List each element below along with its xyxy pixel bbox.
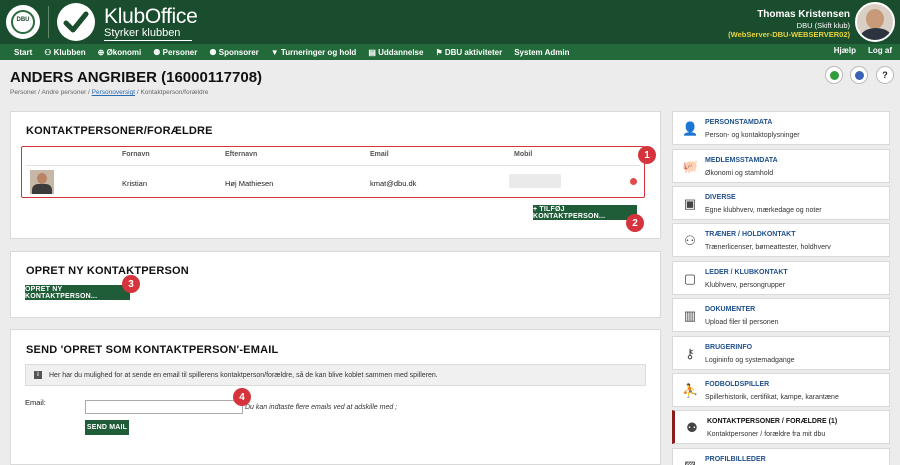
sidebar-item-leder[interactable]: ▢ LEDER / KLUBKONTAKT Klubhverv, persong… xyxy=(672,261,890,295)
coach-icon: ⚇ xyxy=(684,233,696,248)
email-panel: SEND 'OPRET SOM KONTAKTPERSON'-EMAIL xyxy=(10,329,661,465)
nav-start[interactable]: Start xyxy=(14,48,32,57)
info-box: i Her har du mulighed for at sende en em… xyxy=(25,364,646,386)
sidebar-item-desc: Trænerlicenser, børneattester, holdhverv xyxy=(705,244,831,251)
breadcrumb-personoversigt[interactable]: Personoversigt xyxy=(92,89,135,96)
sidebar-item-diverse[interactable]: ▣ DIVERSE Egne klubhverv, mærkedage og n… xyxy=(672,186,890,220)
photo-icon: ▨ xyxy=(682,458,698,465)
switch-club-link[interactable]: DBU (Skift klub) xyxy=(728,21,850,30)
add-contact-button[interactable]: + TILFØJ KONTAKTPERSON... xyxy=(533,205,637,220)
key-icon: ⚷ xyxy=(685,346,695,361)
annotation-1: 1 xyxy=(638,146,656,164)
player-icon: ⛹ xyxy=(682,383,699,398)
kluboffice-logo-icon xyxy=(57,3,95,41)
email-hint: Du kan indtaste flere emails ved at adsk… xyxy=(245,404,398,411)
sidebar-item-fodboldspiller[interactable]: ⛹ FODBOLDSPILLER Spillerhistorik, certif… xyxy=(672,373,890,407)
sidebar-item-title: PERSONSTAMDATA xyxy=(705,119,773,126)
user-info: Thomas Kristensen DBU (Skift klub) (WebS… xyxy=(728,9,850,39)
top-header: DBU KlubOffice Styrker klubben Thomas Kr… xyxy=(0,0,900,44)
brand-slogan: Styrker klubben xyxy=(104,27,181,39)
create-contact-button[interactable]: OPRET NY KONTAKTPERSON... xyxy=(25,285,130,300)
annotation-4: 4 xyxy=(233,388,251,406)
nav-klubben[interactable]: ⚇ Klubben xyxy=(44,48,85,57)
sidebar-item-title: PROFILBILLEDER xyxy=(705,456,766,463)
sidebar-item-title: BRUGERINFO xyxy=(705,344,753,351)
parent-child-icon: ⚉ xyxy=(686,420,698,435)
sidebar-item-title: FODBOLDSPILLER xyxy=(705,381,770,388)
user-name: Thomas Kristensen xyxy=(757,9,850,20)
badge-icon: ▢ xyxy=(683,271,697,286)
help-link[interactable]: Hjælp xyxy=(834,46,856,55)
create-panel-title: OPRET NY KONTAKTPERSON xyxy=(26,265,189,277)
info-icon-small: i xyxy=(34,371,42,379)
sidebar-item-desc: Kontaktpersoner / forældre fra mit dbu xyxy=(707,431,826,438)
breadcrumb-andre-personer[interactable]: Andre personer xyxy=(41,89,86,96)
sidebar-item-personstamdata[interactable]: 👤 PERSONSTAMDATA Person- og kontaktoplys… xyxy=(672,111,890,145)
nav-turneringer[interactable]: ▼ Turneringer og hold xyxy=(271,48,357,57)
sidebar-item-title: KONTAKTPERSONER / FORÆLDRE (1) xyxy=(707,418,838,425)
sidebar-item-title: MEDLEMSSTAMDATA xyxy=(705,157,778,164)
sidebar-item-brugerinfo[interactable]: ⚷ BRUGERINFO Logininfo og systemadgange xyxy=(672,336,890,370)
breadcrumb-personer[interactable]: Personer xyxy=(10,89,36,96)
sidebar-item-desc: Logininfo og systemadgange xyxy=(705,357,795,364)
annotation-highlight-box xyxy=(21,146,645,198)
sidebar-item-profilbilleder[interactable]: ▨ PROFILBILLEDER xyxy=(672,448,890,465)
nav-sponsorer[interactable]: ⚉ Sponsorer xyxy=(209,48,258,57)
person-icon: 👤 xyxy=(682,121,699,136)
help-icon[interactable]: ? xyxy=(876,66,894,84)
sidebar-item-title: DIVERSE xyxy=(705,194,736,201)
info-icon[interactable] xyxy=(850,66,868,84)
email-field[interactable] xyxy=(85,400,243,414)
nav-system-admin[interactable]: System Admin xyxy=(514,48,569,57)
sidebar-item-desc: Egne klubhverv, mærkedage og noter xyxy=(705,207,822,214)
piggy-bank-icon: 🐖 xyxy=(682,159,699,174)
sidebar-item-desc: Økonomi og stamhold xyxy=(705,170,774,177)
breadcrumb: Personer / Andre personer / Personoversi… xyxy=(10,89,209,96)
sidebar-item-title: TRÆNER / HOLDKONTAKT xyxy=(705,231,796,238)
sidebar-item-traener[interactable]: ⚇ TRÆNER / HOLDKONTAKT Trænerlicenser, b… xyxy=(672,223,890,257)
box-icon: ▣ xyxy=(683,196,697,211)
annotation-2: 2 xyxy=(626,214,644,232)
contacts-panel-title: KONTAKTPERSONER/FORÆLDRE xyxy=(26,125,213,137)
page-title: ANDERS ANGRIBER (16000117708) xyxy=(10,69,263,86)
sidebar-item-desc: Spillerhistorik, certifikat, kampe, kara… xyxy=(705,394,839,401)
nav-uddannelse[interactable]: ▤ Uddannelse xyxy=(368,48,423,57)
server-name: (WebServer-DBU-WEBSERVER02) xyxy=(728,30,850,39)
avatar[interactable] xyxy=(855,2,895,42)
sidebar-item-title: LEDER / KLUBKONTAKT xyxy=(705,269,788,276)
send-mail-button[interactable]: SEND MAIL xyxy=(85,420,129,435)
sidebar-item-medlemsstamdata[interactable]: 🐖 MEDLEMSSTAMDATA Økonomi og stamhold xyxy=(672,149,890,183)
refresh-icon[interactable] xyxy=(825,66,843,84)
main-nav: Start ⚇ Klubben ⊕ Økonomi ⚉ Personer ⚉ S… xyxy=(0,44,900,60)
nav-dbu-aktiviteter[interactable]: ⚑ DBU aktiviteter xyxy=(435,48,502,57)
sidebar-item-dokumenter[interactable]: ▥ DOKUMENTER Upload filer til personen xyxy=(672,298,890,332)
annotation-3: 3 xyxy=(122,275,140,293)
dbu-crest-logo: DBU xyxy=(4,3,42,41)
email-panel-title: SEND 'OPRET SOM KONTAKTPERSON'-EMAIL xyxy=(26,344,279,356)
sidebar-item-desc: Upload filer til personen xyxy=(705,319,779,326)
brand-name: KlubOffice xyxy=(104,5,198,28)
sidebar-item-kontaktpersoner[interactable]: ⚉ KONTAKTPERSONER / FORÆLDRE (1) Kontakt… xyxy=(672,410,890,444)
email-label: Email: xyxy=(25,398,46,407)
crest-text: DBU xyxy=(16,17,30,23)
sidebar-item-desc: Person- og kontaktoplysninger xyxy=(705,132,800,139)
sidebar-item-title: DOKUMENTER xyxy=(705,306,756,313)
info-text: Her har du mulighed for at sende en emai… xyxy=(49,372,438,379)
breadcrumb-current: Kontaktperson/forældre xyxy=(140,89,209,96)
sidebar-item-desc: Klubhverv, persongrupper xyxy=(705,282,786,289)
nav-okonomi[interactable]: ⊕ Økonomi xyxy=(98,48,142,57)
logout-link[interactable]: Log af xyxy=(868,46,892,55)
nav-personer[interactable]: ⚉ Personer xyxy=(153,48,197,57)
documents-icon: ▥ xyxy=(683,308,697,323)
